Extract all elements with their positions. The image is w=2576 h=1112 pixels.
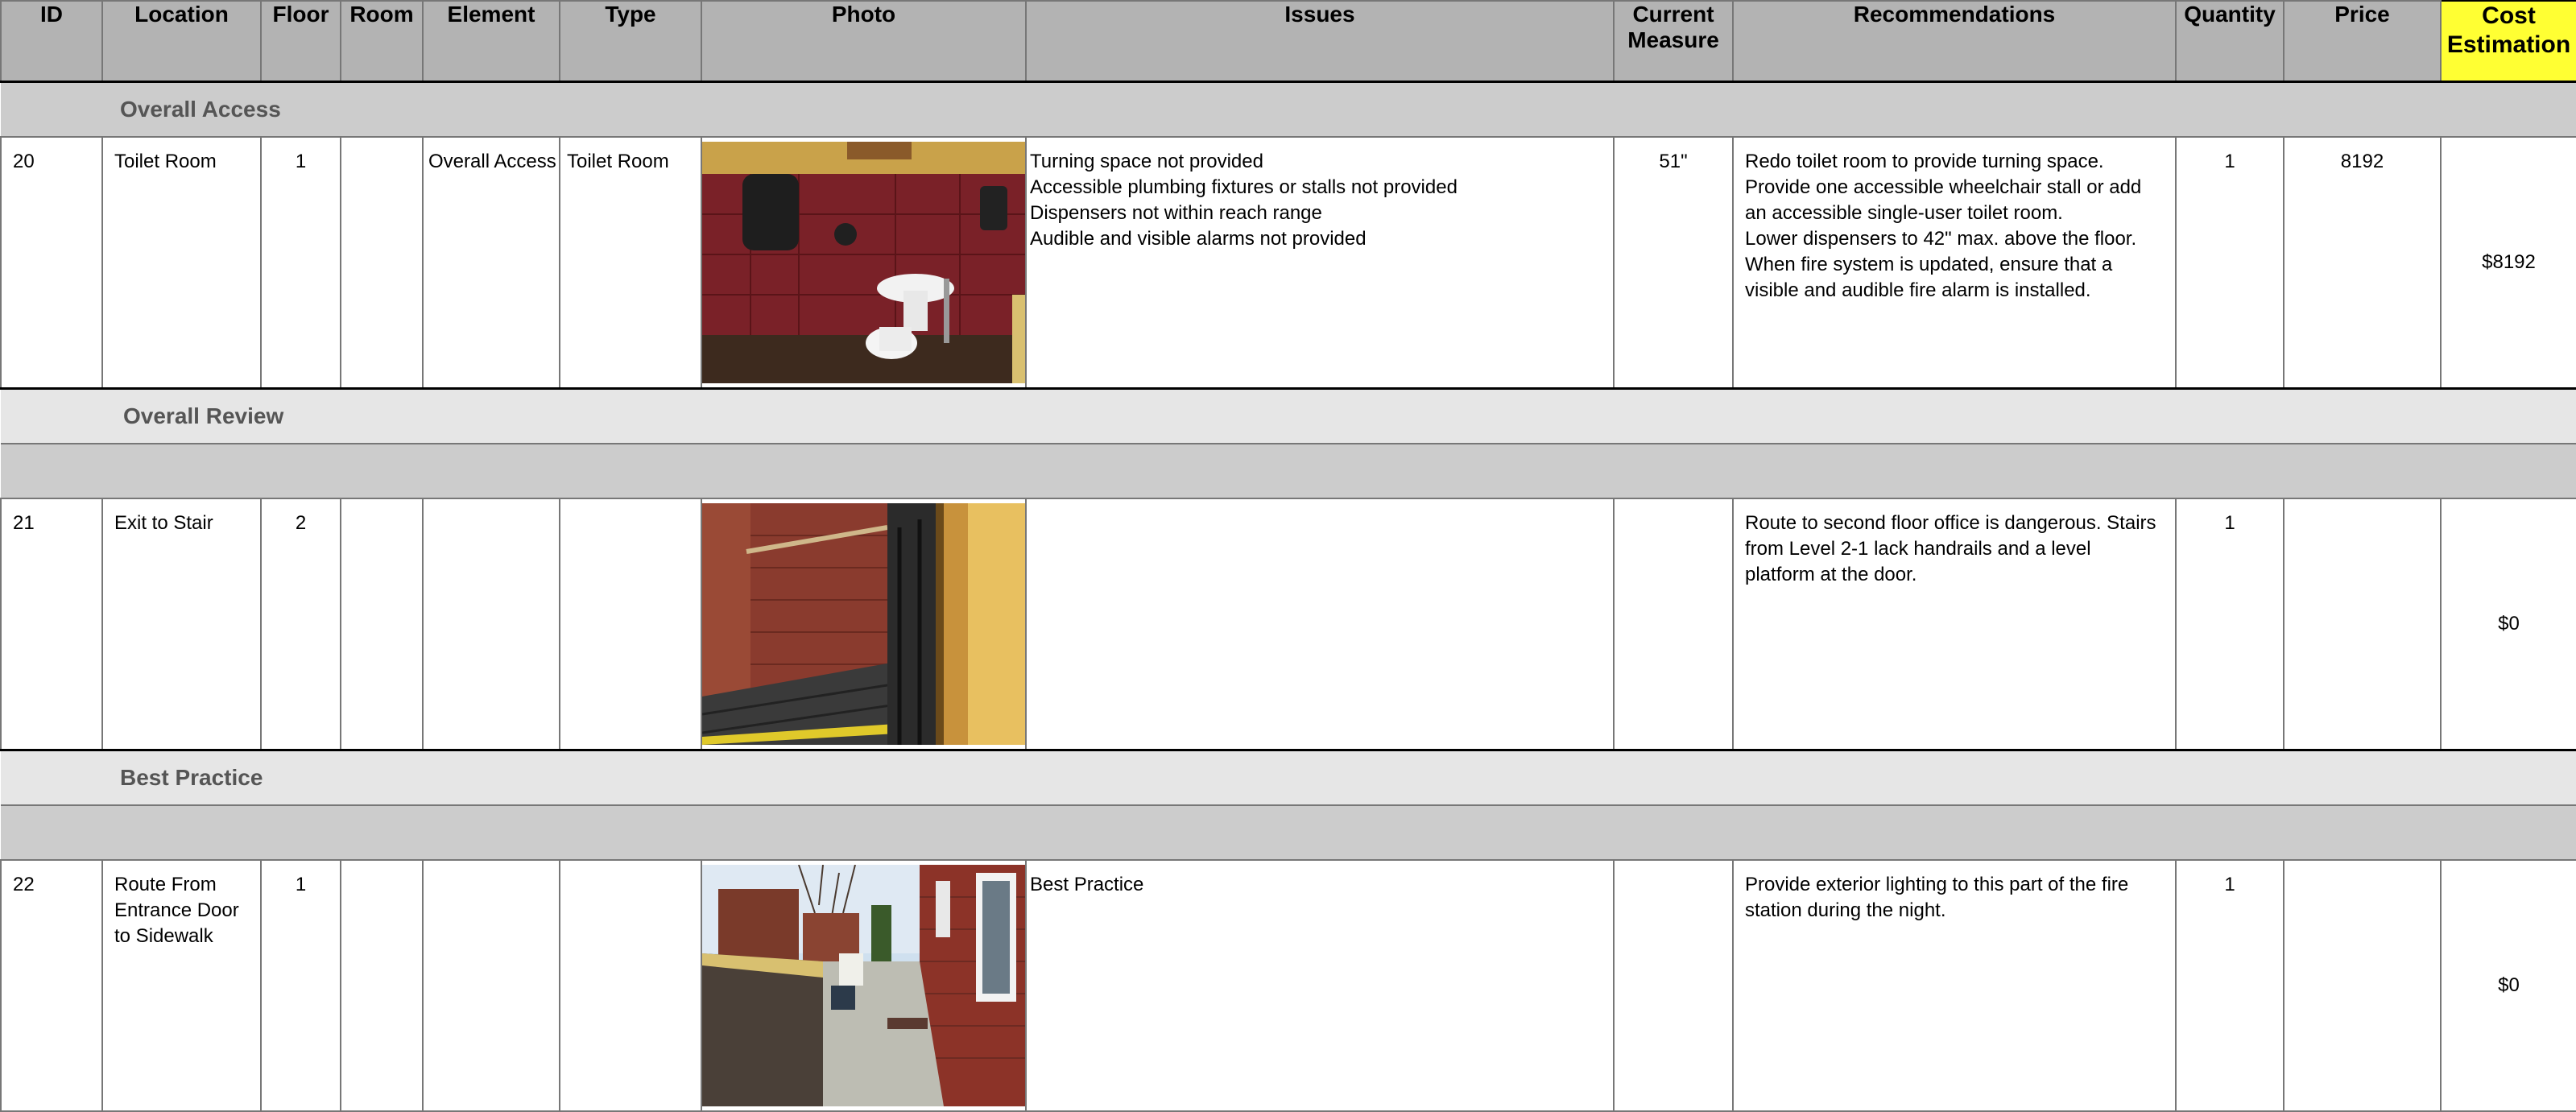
- header-row: ID Location Floor Room Element Type Phot…: [0, 0, 2576, 83]
- header-floor[interactable]: Floor: [260, 0, 341, 83]
- spacer-row: [1, 443, 2576, 499]
- toilet-room-photo[interactable]: [702, 142, 1026, 383]
- cell-price: 8192: [2283, 136, 2442, 390]
- cell-current-measure: [1613, 859, 1734, 1112]
- cell-room: [340, 859, 424, 1112]
- cell-photo[interactable]: [701, 136, 1027, 390]
- section-header: Best Practice: [1, 749, 2576, 806]
- spacer-row: [1, 804, 2576, 861]
- issue-line: Accessible plumbing fixtures or stalls n…: [1030, 176, 1458, 198]
- recommendation-line: station during the night.: [1745, 899, 1946, 921]
- recommendation-line: platform at the door.: [1745, 564, 1917, 585]
- exterior-walkway-photo[interactable]: [702, 865, 1026, 1106]
- cell-id: 22: [0, 859, 103, 1112]
- cell-photo[interactable]: [701, 498, 1027, 751]
- cell-id: 21: [0, 498, 103, 751]
- header-cost-estimation[interactable]: Cost Estimation: [2440, 0, 2576, 83]
- header-location[interactable]: Location: [101, 0, 262, 83]
- issue-line: Audible and visible alarms not provided: [1030, 228, 1367, 250]
- recommendation-line: When fire system is updated, ensure that…: [1745, 254, 2113, 275]
- section-row: Overall Review: [1, 387, 2576, 444]
- spacer-cell: [1, 443, 2576, 499]
- cell-cost-estimation: $0: [2440, 498, 2576, 751]
- recommendation-line: Lower dispensers to 42" max. above the f…: [1745, 228, 2137, 250]
- recommendation-line: Provide exterior lighting to this part o…: [1745, 874, 2129, 895]
- cell-type: [559, 859, 702, 1112]
- recommendation-line: from Level 2-1 lack handrails and a leve…: [1745, 538, 2091, 560]
- cell-floor: 1: [260, 859, 341, 1112]
- cell-recommendations: Redo toilet room to provide turning spac…: [1732, 136, 2177, 390]
- cell-quantity: 1: [2175, 136, 2284, 390]
- cell-id: 20: [0, 136, 103, 390]
- cell-floor: 2: [260, 498, 341, 751]
- spacer-cell: [1, 804, 2576, 861]
- cell-cost-estimation: $0: [2440, 859, 2576, 1112]
- issue-line: Best Practice: [1030, 874, 1144, 895]
- cell-recommendations: Provide exterior lighting to this part o…: [1732, 859, 2177, 1112]
- issue-line: Turning space not provided: [1030, 151, 1263, 172]
- cell-quantity: 1: [2175, 859, 2284, 1112]
- header-recommendations[interactable]: Recommendations: [1732, 0, 2177, 83]
- header-element[interactable]: Element: [422, 0, 560, 83]
- stair-photo[interactable]: [702, 503, 1026, 745]
- section-header: Overall Review: [1, 387, 2576, 444]
- recommendation-line: visible and audible fire alarm is instal…: [1745, 279, 2091, 301]
- cell-current-measure: [1613, 498, 1734, 751]
- cell-price: [2283, 859, 2442, 1112]
- cell-element: [422, 859, 560, 1112]
- cell-issues: [1025, 498, 1615, 751]
- cell-element: Overall Access: [422, 136, 560, 390]
- cell-type: [559, 498, 702, 751]
- cell-element: [422, 498, 560, 751]
- cell-current-measure: 51": [1613, 136, 1734, 390]
- cell-room: [340, 498, 424, 751]
- cell-recommendations: Route to second floor office is dangerou…: [1732, 498, 2177, 751]
- recommendation-line: Route to second floor office is dangerou…: [1745, 512, 2156, 534]
- issue-line: Dispensers not within reach range: [1030, 202, 1322, 224]
- table-row[interactable]: 22 Route From Entrance Door to Sidewalk …: [0, 859, 2576, 1112]
- recommendation-line: Redo toilet room to provide turning spac…: [1745, 151, 2104, 172]
- section-label: Best Practice: [120, 765, 263, 790]
- section-label: Overall Access: [120, 97, 281, 122]
- header-id[interactable]: ID: [0, 0, 103, 83]
- header-quantity[interactable]: Quantity: [2175, 0, 2284, 83]
- cell-issues: Turning space not provided Accessible pl…: [1025, 136, 1615, 390]
- cell-type: Toilet Room: [559, 136, 702, 390]
- assessment-table: ID Location Floor Room Element Type Phot…: [0, 0, 2576, 1112]
- header-photo[interactable]: Photo: [701, 0, 1027, 83]
- header-cost-line1: Cost: [2482, 2, 2536, 29]
- section-header: Overall Access: [1, 81, 2576, 138]
- cell-location: Route From Entrance Door to Sidewalk: [101, 859, 262, 1112]
- table-row[interactable]: 20 Toilet Room 1 Overall Access Toilet R…: [0, 136, 2576, 390]
- cell-photo[interactable]: [701, 859, 1027, 1112]
- cell-price: [2283, 498, 2442, 751]
- section-row: Overall Access: [1, 81, 2576, 138]
- cell-quantity: 1: [2175, 498, 2284, 751]
- recommendation-line: an accessible single-user toilet room.: [1745, 202, 2063, 224]
- cell-location: Toilet Room: [101, 136, 262, 390]
- cell-floor: 1: [260, 136, 341, 390]
- table-row[interactable]: 21 Exit to Stair 2 Route to second floor…: [0, 498, 2576, 751]
- cell-issues: Best Practice: [1025, 859, 1615, 1112]
- header-cost-line2: Estimation: [2446, 31, 2571, 58]
- section-label: Overall Review: [123, 403, 284, 428]
- header-price[interactable]: Price: [2283, 0, 2442, 83]
- section-row: Best Practice: [1, 749, 2576, 806]
- cell-cost-estimation: $8192: [2440, 136, 2576, 390]
- header-current-measure-line1: Current: [1632, 2, 1714, 27]
- recommendation-line: Provide one accessible wheelchair stall …: [1745, 176, 2142, 198]
- cell-room: [340, 136, 424, 390]
- header-room[interactable]: Room: [340, 0, 424, 83]
- header-type[interactable]: Type: [559, 0, 702, 83]
- header-current-measure-line2: Measure: [1627, 27, 1719, 52]
- header-current-measure[interactable]: Current Measure: [1613, 0, 1734, 83]
- header-issues[interactable]: Issues: [1025, 0, 1615, 83]
- cell-location: Exit to Stair: [101, 498, 262, 751]
